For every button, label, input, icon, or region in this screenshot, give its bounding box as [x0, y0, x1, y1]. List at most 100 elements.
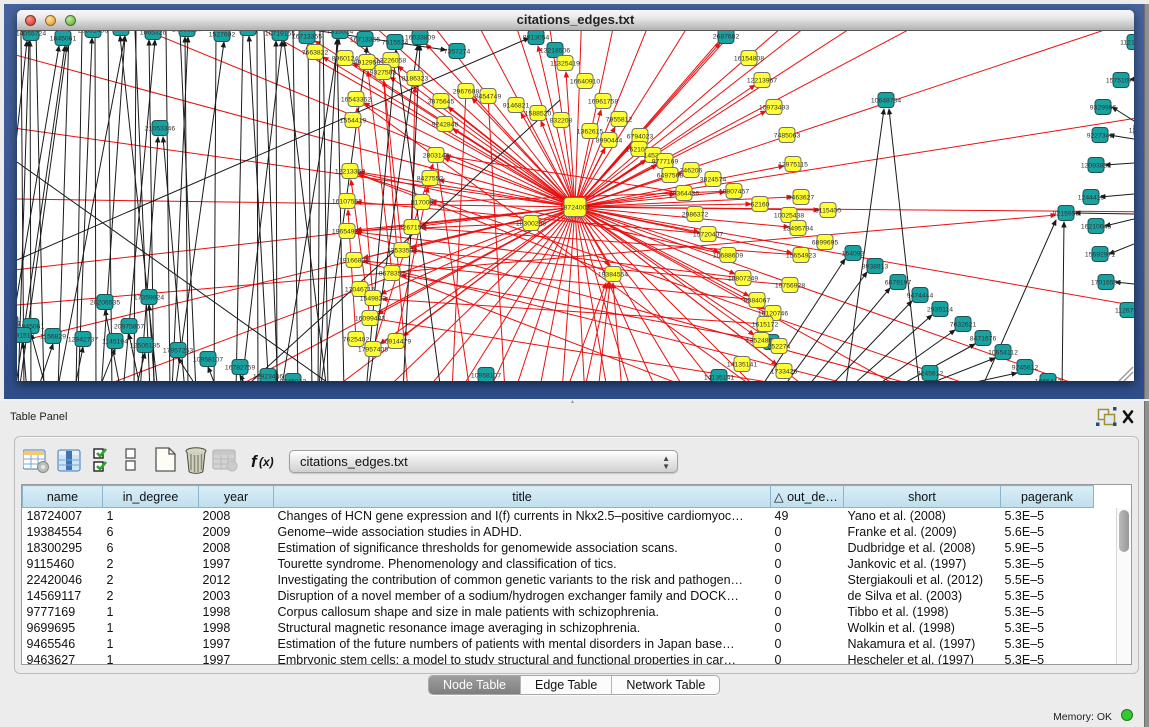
- svg-text:12093852: 12093852: [1081, 163, 1111, 170]
- svg-text:15720407: 15720407: [693, 232, 723, 239]
- svg-text:252274: 252274: [768, 344, 791, 351]
- svg-text:13533594: 13533594: [387, 248, 417, 255]
- svg-text:11218506: 11218506: [1120, 40, 1134, 47]
- svg-text:12213369: 12213369: [335, 169, 365, 176]
- svg-text:1845061: 1845061: [50, 36, 77, 43]
- svg-text:1203465: 1203465: [1129, 128, 1134, 135]
- svg-text:13226058: 13226058: [376, 58, 406, 65]
- svg-text:15751074: 15751074: [1106, 78, 1134, 85]
- svg-text:14055724: 14055724: [17, 31, 46, 38]
- svg-text:10654112: 10654112: [988, 350, 1018, 357]
- svg-text:6794023: 6794023: [627, 134, 654, 141]
- svg-text:16914479: 16914479: [381, 339, 411, 346]
- svg-text:16713355: 16713355: [350, 37, 380, 44]
- svg-text:7955812: 7955812: [606, 117, 633, 124]
- svg-text:9474444: 9474444: [907, 293, 934, 300]
- svg-text:9463627: 9463627: [788, 195, 815, 202]
- svg-text:10973493: 10973493: [759, 105, 789, 112]
- svg-text:1362615: 1362615: [577, 129, 604, 136]
- svg-text:7185061: 7185061: [108, 31, 135, 33]
- svg-text:19384554: 19384554: [598, 272, 628, 279]
- svg-text:16543362: 16543362: [341, 97, 371, 104]
- svg-text:16210643: 16210643: [1081, 224, 1111, 231]
- svg-text:19166825: 19166825: [339, 258, 369, 265]
- svg-text:1145194: 1145194: [102, 339, 128, 346]
- svg-text:8471676: 8471676: [970, 336, 997, 343]
- svg-text:12923446: 12923446: [253, 374, 283, 381]
- svg-text:391513: 391513: [17, 333, 35, 340]
- svg-text:2935114: 2935114: [927, 307, 953, 314]
- svg-text:10688609: 10688609: [713, 253, 743, 260]
- svg-text:9146821: 9146821: [503, 103, 530, 110]
- svg-text:832208: 832208: [550, 118, 573, 125]
- svg-text:10025438: 10025438: [774, 213, 804, 220]
- svg-text:17957253: 17957253: [163, 348, 193, 355]
- svg-text:2803144: 2803144: [423, 153, 450, 160]
- svg-text:3875645: 3875645: [428, 99, 455, 106]
- svg-text:1527602: 1527602: [209, 32, 236, 39]
- svg-text:16099483: 16099483: [355, 316, 385, 323]
- svg-text:12213967: 12213967: [747, 78, 777, 85]
- svg-text:11325419: 11325419: [550, 61, 580, 68]
- svg-text:9384067: 9384067: [744, 298, 771, 305]
- svg-text:10648784: 10648784: [871, 98, 901, 105]
- svg-text:8267150: 8267150: [399, 225, 426, 232]
- svg-text:1126753: 1126753: [1115, 308, 1134, 315]
- svg-text:1733426: 1733426: [771, 369, 798, 376]
- svg-text:2986372: 2986372: [682, 212, 709, 219]
- svg-text:12942737: 12942737: [68, 337, 98, 344]
- svg-text:18300295: 18300295: [516, 221, 546, 228]
- svg-text:21053346: 21053346: [145, 126, 175, 133]
- svg-text:8938913: 8938913: [862, 264, 889, 271]
- svg-text:1588520: 1588520: [525, 111, 552, 118]
- svg-text:1156829: 1156829: [40, 334, 66, 341]
- svg-text:20691406: 20691406: [78, 31, 108, 35]
- svg-text:8215958: 8215958: [1053, 211, 1080, 218]
- svg-text:9327503: 9327503: [370, 70, 397, 77]
- svg-text:10719155: 10719155: [265, 31, 295, 38]
- svg-text:f: f: [251, 452, 259, 471]
- svg-text:9245612: 9245612: [917, 371, 944, 378]
- svg-text:19654925: 19654925: [332, 229, 362, 236]
- svg-text:10958107: 10958107: [193, 357, 223, 364]
- svg-text:20975867: 20975867: [114, 324, 144, 331]
- svg-text:7515524: 7515524: [327, 31, 354, 36]
- svg-text:(x): (x): [259, 455, 274, 469]
- svg-text:13218506: 13218506: [540, 48, 570, 55]
- svg-text:9245012: 9245012: [280, 379, 307, 382]
- svg-text:6879197: 6879197: [885, 280, 912, 287]
- svg-text:9242848: 9242848: [432, 122, 459, 129]
- svg-text:16107553: 16107553: [332, 199, 362, 206]
- svg-text:20206535: 20206535: [90, 300, 120, 307]
- svg-text:746206: 746206: [680, 168, 703, 175]
- svg-text:1615172: 1615172: [752, 322, 779, 329]
- svg-text:9227342: 9227342: [1087, 133, 1114, 140]
- svg-text:9245612: 9245612: [1012, 365, 1039, 372]
- svg-text:3824574: 3824574: [700, 177, 727, 184]
- svg-text:1244415: 1244415: [1078, 195, 1105, 202]
- svg-text:12975115: 12975115: [778, 162, 808, 169]
- svg-text:9329966: 9329966: [1090, 105, 1117, 112]
- svg-text:2687682: 2687682: [713, 34, 740, 41]
- svg-text:16033809: 16033809: [405, 35, 435, 42]
- svg-text:1065412: 1065412: [1035, 379, 1062, 382]
- svg-text:10958107: 10958107: [471, 373, 501, 380]
- svg-text:8186323: 8186323: [402, 76, 429, 83]
- svg-text:6899695: 6899695: [812, 240, 839, 247]
- svg-text:7485063: 7485063: [774, 133, 801, 140]
- svg-text:17957405: 17957405: [358, 347, 388, 354]
- svg-text:12505185: 12505185: [130, 343, 160, 350]
- svg-text:8454749: 8454749: [475, 94, 502, 101]
- svg-text:164093: 164093: [842, 251, 865, 258]
- svg-text:817006: 817006: [411, 200, 434, 207]
- svg-text:1554419: 1554419: [340, 118, 367, 125]
- svg-text:14135141: 14135141: [704, 375, 734, 382]
- svg-text:19756928: 19756928: [775, 283, 805, 290]
- svg-text:62160: 62160: [751, 202, 770, 209]
- svg-text:16154808: 16154808: [734, 56, 764, 63]
- svg-text:6466160: 6466160: [235, 31, 262, 33]
- svg-text:9777169: 9777169: [652, 159, 679, 166]
- svg-text:8990444: 8990444: [596, 138, 623, 145]
- svg-text:15654923: 15654923: [786, 253, 816, 260]
- svg-text:16961758: 16961758: [588, 99, 618, 106]
